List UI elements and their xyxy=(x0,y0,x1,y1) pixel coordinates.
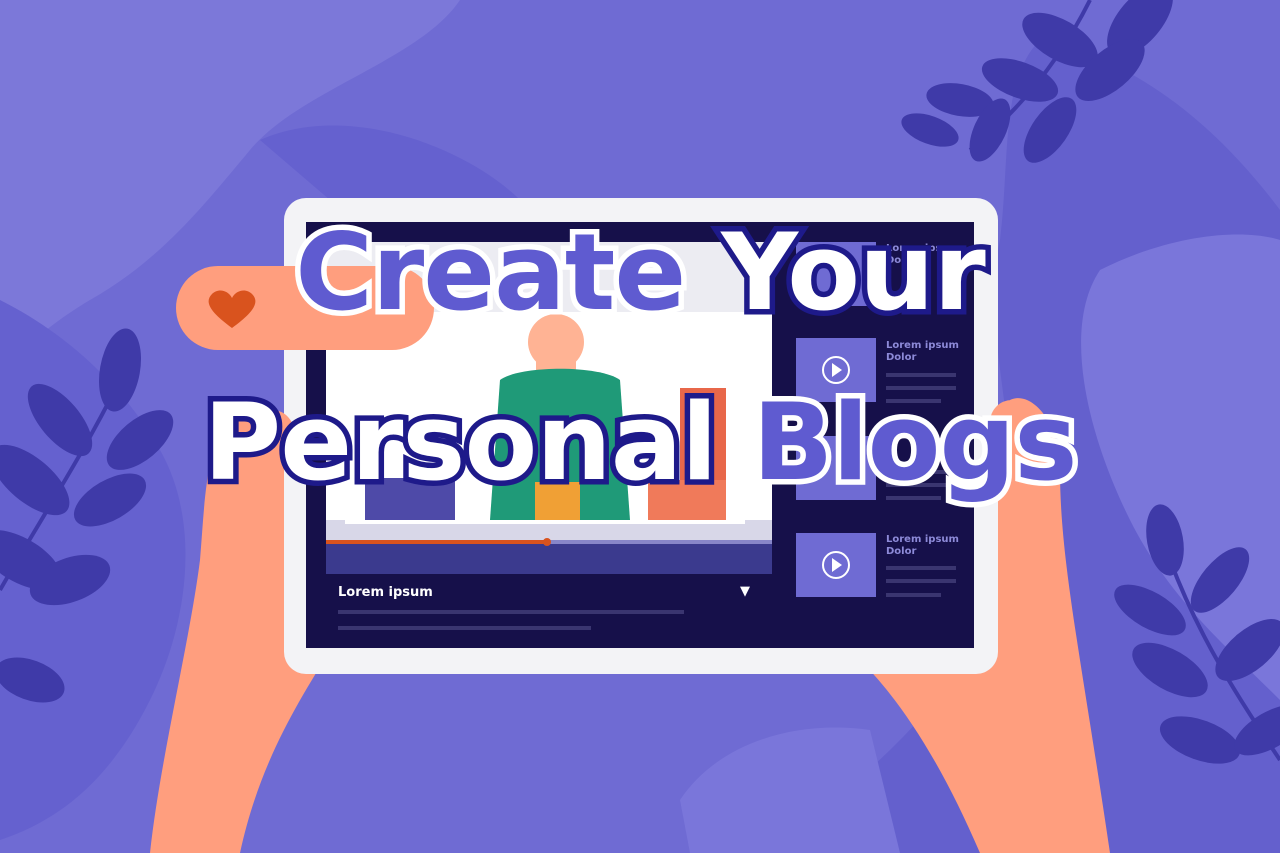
headline-line-1: Create Your xyxy=(0,214,1280,331)
playlist-item-title[interactable]: Lorem ipsum xyxy=(886,340,959,351)
headline-word: Personal xyxy=(198,381,723,504)
headline-word: Create xyxy=(290,211,692,334)
playlist-item-subtitle: Dolor xyxy=(886,546,917,557)
playlist-item-title[interactable]: Lorem ipsum xyxy=(886,534,959,545)
dropdown-arrow-icon[interactable]: ▼ xyxy=(740,584,750,599)
headline-line-2: Personal Blogs xyxy=(0,384,1280,501)
progress-fill xyxy=(326,540,547,544)
headline-word: Your xyxy=(716,211,992,334)
video-title[interactable]: Lorem ipsum xyxy=(338,585,433,600)
playlist-item-subtitle: Dolor xyxy=(886,352,917,363)
headline-word: Blogs xyxy=(747,381,1083,504)
